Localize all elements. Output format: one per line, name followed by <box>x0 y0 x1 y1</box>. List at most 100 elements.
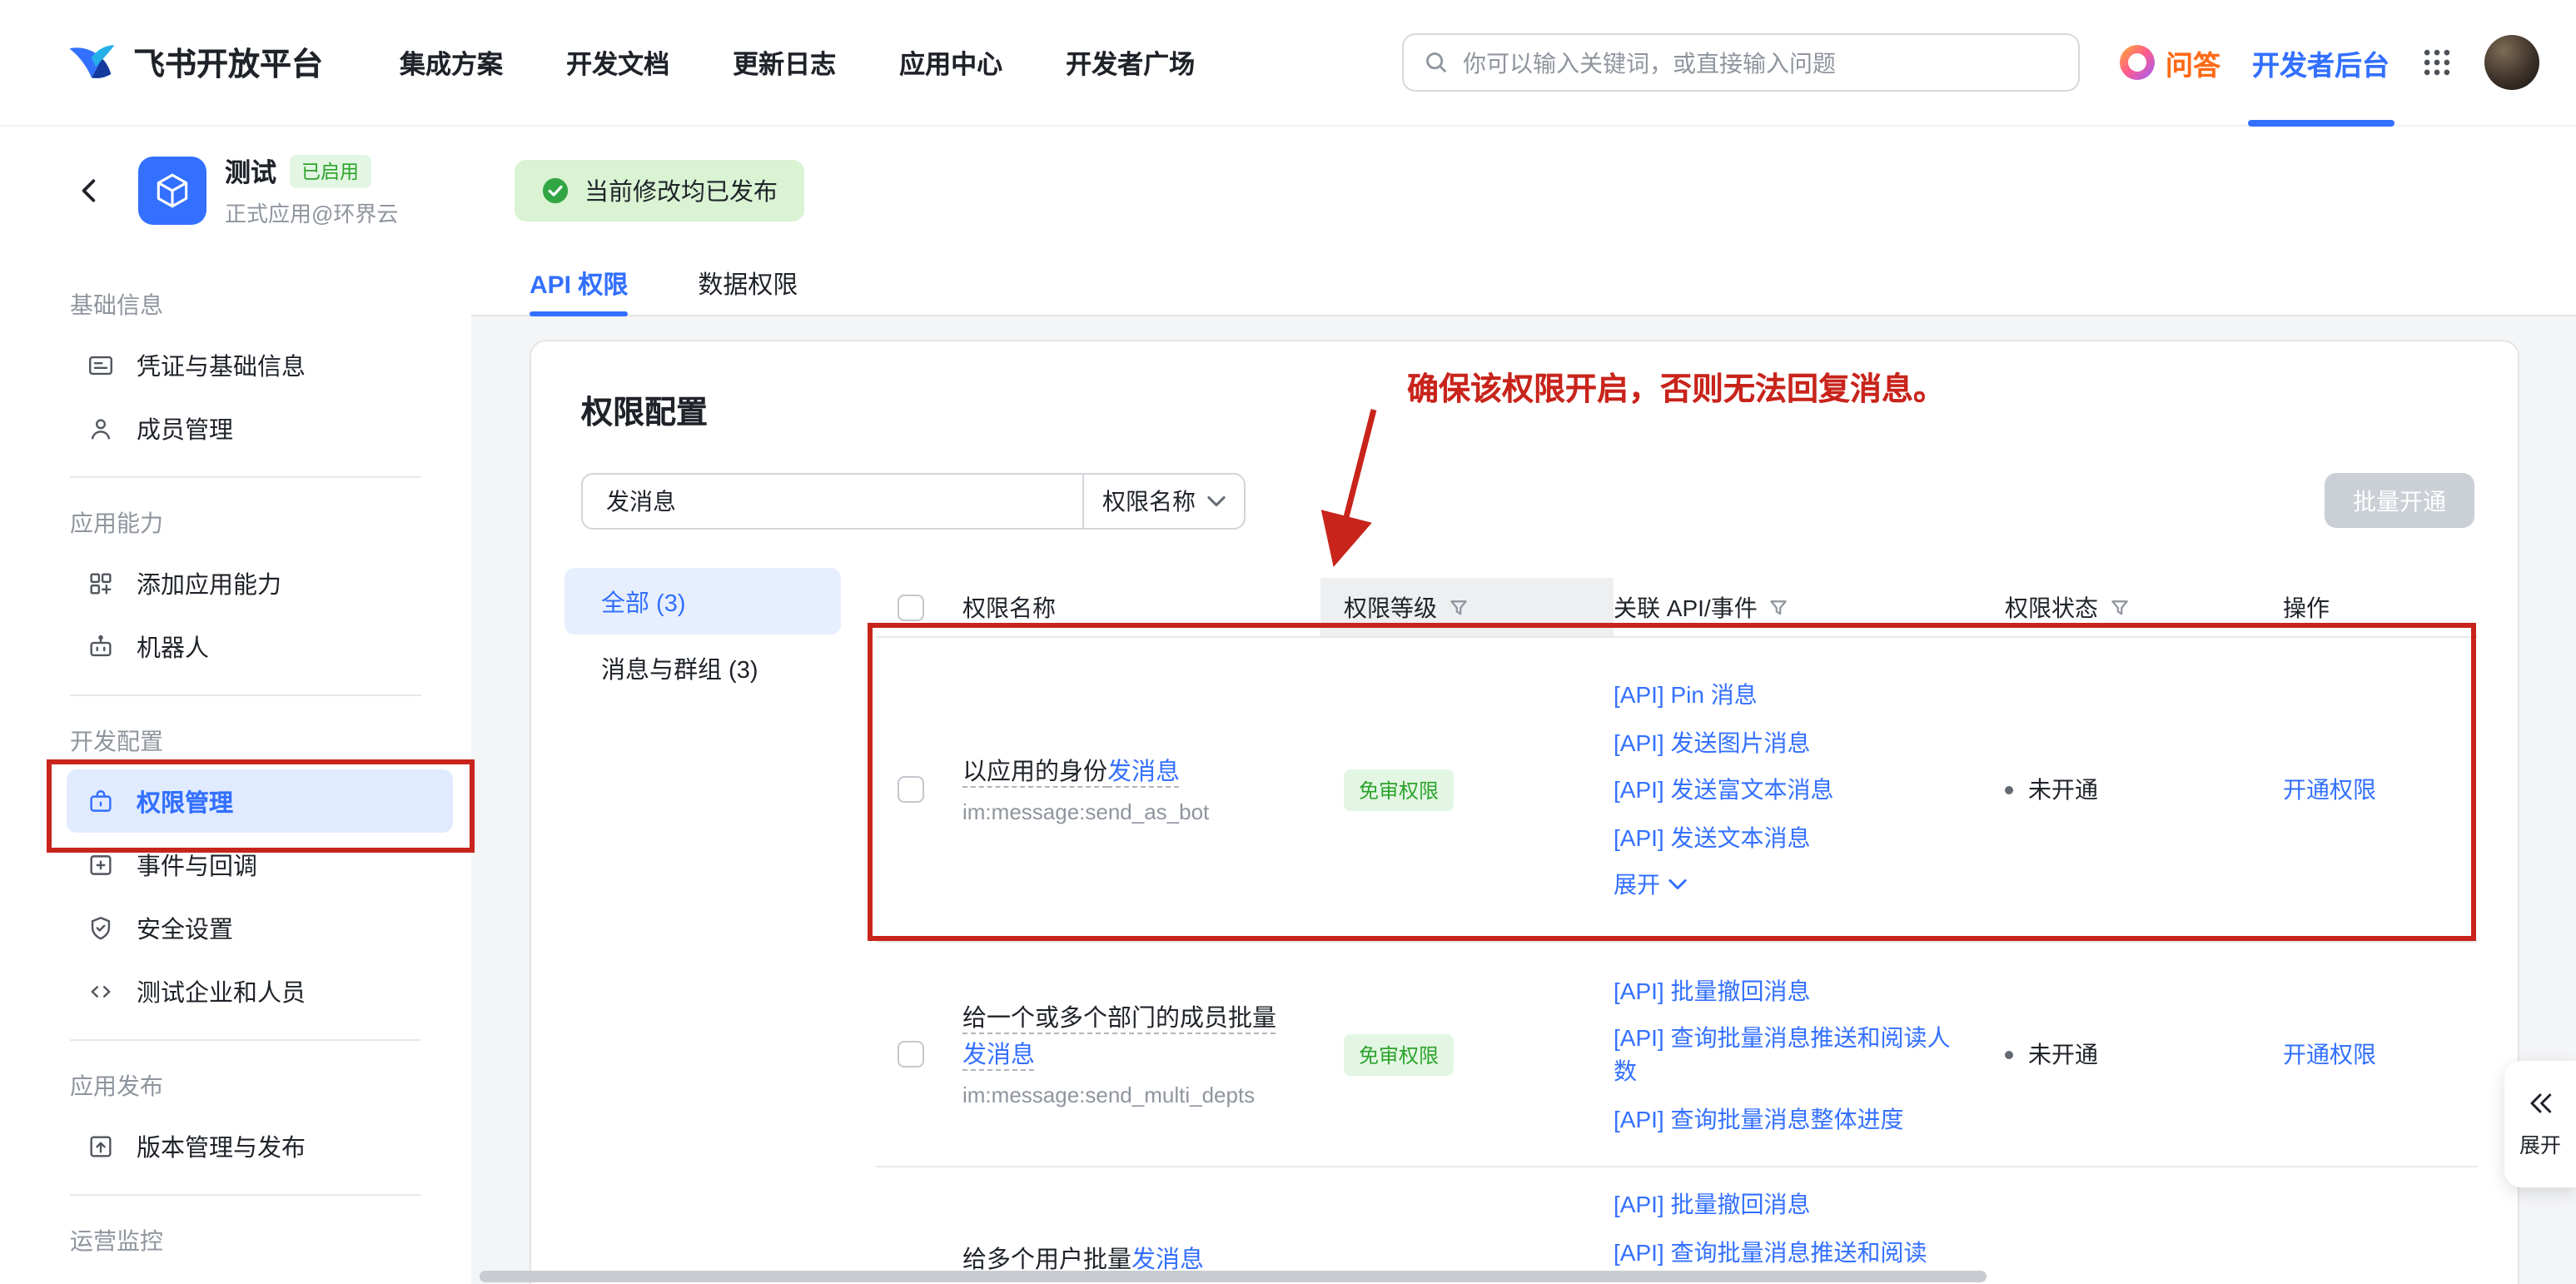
app-name: 测试 <box>225 152 276 189</box>
sidebar: 基础信息 凭证与基础信息 成员管理 应用能力 添加应用能力 <box>0 253 471 1284</box>
sidebar-item-label: 权限管理 <box>137 784 233 819</box>
back-icon[interactable] <box>70 172 107 208</box>
expand-apis-link[interactable]: 展开 <box>1614 868 1952 901</box>
permission-code: im:message:send_multi_depts <box>962 1082 1287 1107</box>
feishu-logo-icon <box>67 40 117 85</box>
filter-icon <box>2110 597 2130 617</box>
select-all-checkbox[interactable] <box>898 594 924 620</box>
sidebar-item-label: 安全设置 <box>137 910 233 945</box>
row-checkbox[interactable] <box>898 776 924 803</box>
tab-label: API 权限 <box>530 266 628 301</box>
qa-link[interactable]: 问答 <box>2119 42 2220 82</box>
col-header-api[interactable]: 关联 API/事件 <box>1614 590 2005 624</box>
sidebar-item-security[interactable]: 安全设置 <box>67 896 453 959</box>
sidebar-item-label: 凭证与基础信息 <box>137 347 306 382</box>
bulk-enable-button[interactable]: 批量开通 <box>2325 473 2474 528</box>
enable-permission-link[interactable]: 开通权限 <box>2283 776 2376 803</box>
search-field-label: 权限名称 <box>1102 485 1196 518</box>
nav-item-docs[interactable]: 开发文档 <box>566 44 669 81</box>
api-list: [API] 批量撤回消息 [API] 查询批量消息推送和阅读 <box>1614 1167 2005 1284</box>
event-callback-icon <box>87 850 115 878</box>
permission-title[interactable]: 给一个或多个部门的成员批量发消息 <box>962 1001 1287 1074</box>
table-row: 以应用的身份发消息 im:message:send_as_bot 免审权限 [A… <box>876 638 2478 943</box>
credential-icon <box>87 351 115 379</box>
api-link[interactable]: [API] 发送图片消息 <box>1614 725 1952 759</box>
level-badge: 免审权限 <box>1344 1033 1454 1075</box>
expand-panel-button[interactable]: 展开 <box>2504 1061 2576 1187</box>
double-chevron-left-icon <box>2526 1090 2554 1115</box>
sidebar-item-add-capability[interactable]: 添加应用能力 <box>67 551 453 615</box>
brand-title: 飞书开放平台 <box>133 40 323 85</box>
panel-title: 权限配置 <box>581 388 708 433</box>
user-avatar[interactable] <box>2484 35 2539 90</box>
sidebar-item-test-org[interactable]: 测试企业和人员 <box>67 959 453 1023</box>
permission-search-input[interactable] <box>583 475 1082 528</box>
qa-label: 问答 <box>2166 42 2220 82</box>
search-field-select[interactable]: 权限名称 <box>1082 475 1244 528</box>
global-search[interactable] <box>1401 33 2079 92</box>
api-link[interactable]: [API] 发送富文本消息 <box>1614 773 1952 806</box>
api-link[interactable]: [API] 查询批量消息推送和阅读人数 <box>1614 1021 1952 1087</box>
nav-item-app-center[interactable]: 应用中心 <box>899 44 1002 81</box>
nav-item-dev-plaza[interactable]: 开发者广场 <box>1066 44 1195 81</box>
table-header: 权限名称 权限等级 关联 API/事件 权限状态 <box>876 578 2478 638</box>
sidebar-divider <box>70 1194 421 1196</box>
apps-grid-icon[interactable] <box>2421 47 2453 78</box>
col-header-name: 权限名称 <box>962 590 1344 624</box>
app-meta: 测试 已启用 正式应用@环界云 <box>225 152 398 227</box>
filter-icon <box>1449 597 1469 617</box>
permission-name-cell: 以应用的身份发消息 im:message:send_as_bot <box>962 754 1344 824</box>
permission-config-card: 权限配置 权限名称 批量开通 全部 (3) 消息与群组 (3) 权限名称 <box>530 340 2519 1284</box>
api-link[interactable]: [API] 批量撤回消息 <box>1614 973 1952 1007</box>
annotation-text: 确保该权限开启，否则无法回复消息。 <box>1407 365 1945 410</box>
brand[interactable]: 飞书开放平台 <box>67 40 323 85</box>
developer-console-link[interactable]: 开发者后台 <box>2252 0 2390 126</box>
filter-item-all[interactable]: 全部 (3) <box>564 568 841 635</box>
publish-status-pill: 当前修改均已发布 <box>515 160 804 221</box>
sidebar-item-permissions[interactable]: 权限管理 <box>67 769 453 833</box>
sidebar-item-label: 测试企业和人员 <box>137 973 306 1008</box>
permission-name-cell: 给一个或多个部门的成员批量发消息 im:message:send_multi_d… <box>962 1001 1344 1107</box>
search-icon <box>1423 50 1448 75</box>
permission-title[interactable]: 以应用的身份发消息 <box>962 754 1287 791</box>
release-icon <box>87 1132 115 1160</box>
api-link[interactable]: [API] 发送文本消息 <box>1614 820 1952 854</box>
permission-tabs: API 权限 数据权限 <box>471 253 2576 316</box>
row-checkbox[interactable] <box>898 1041 924 1068</box>
tab-label: 数据权限 <box>698 266 798 301</box>
app-cube-icon <box>138 156 206 224</box>
col-header-level[interactable]: 权限等级 <box>1320 578 1614 636</box>
api-link[interactable]: [API] 查询批量消息整体进度 <box>1614 1102 1952 1135</box>
permission-name-cell: 给多个用户批量发消息 <box>962 1167 1344 1279</box>
search-input[interactable] <box>1463 49 2057 76</box>
api-link[interactable]: [API] Pin 消息 <box>1614 678 1952 711</box>
permission-icon <box>87 787 115 815</box>
api-link[interactable]: [API] 批量撤回消息 <box>1614 1187 1952 1221</box>
top-navbar: 飞书开放平台 集成方案 开发文档 更新日志 应用中心 开发者广场 问答 开发者后… <box>0 0 2576 127</box>
sidebar-item-credentials[interactable]: 凭证与基础信息 <box>67 333 453 396</box>
filter-item-messages[interactable]: 消息与群组 (3) <box>564 635 841 701</box>
sidebar-item-members[interactable]: 成员管理 <box>67 396 453 460</box>
sidebar-item-version-release[interactable]: 版本管理与发布 <box>67 1114 453 1177</box>
chevron-down-icon <box>1207 495 1226 508</box>
tab-api-permission[interactable]: API 权限 <box>530 252 628 316</box>
permission-code: im:message:send_as_bot <box>962 799 1287 824</box>
sidebar-item-events[interactable]: 事件与回调 <box>67 833 453 896</box>
sidebar-section-dev-config: 开发配置 <box>0 713 471 769</box>
horizontal-scrollbar[interactable] <box>480 1271 1987 1282</box>
page: 飞书开放平台 集成方案 开发文档 更新日志 应用中心 开发者广场 问答 开发者后… <box>0 0 2576 1284</box>
highlighted-term[interactable]: 发消息 <box>962 1043 1035 1069</box>
nav-item-changelog[interactable]: 更新日志 <box>733 44 836 81</box>
code-icon <box>87 977 115 1005</box>
sidebar-item-bot[interactable]: 机器人 <box>67 615 453 678</box>
highlighted-term[interactable]: 发消息 <box>1107 759 1180 786</box>
sidebar-item-label: 版本管理与发布 <box>137 1128 306 1163</box>
permission-search: 权限名称 <box>581 473 1246 530</box>
enable-permission-link[interactable]: 开通权限 <box>2283 1041 2376 1068</box>
tab-data-permission[interactable]: 数据权限 <box>698 252 798 316</box>
status-dot-icon <box>2005 1050 2013 1058</box>
col-header-status[interactable]: 权限状态 <box>2005 590 2283 624</box>
nav-item-integrations[interactable]: 集成方案 <box>400 44 503 81</box>
api-link[interactable]: [API] 查询批量消息推送和阅读 <box>1614 1235 1952 1268</box>
sidebar-item-label: 成员管理 <box>137 411 233 445</box>
